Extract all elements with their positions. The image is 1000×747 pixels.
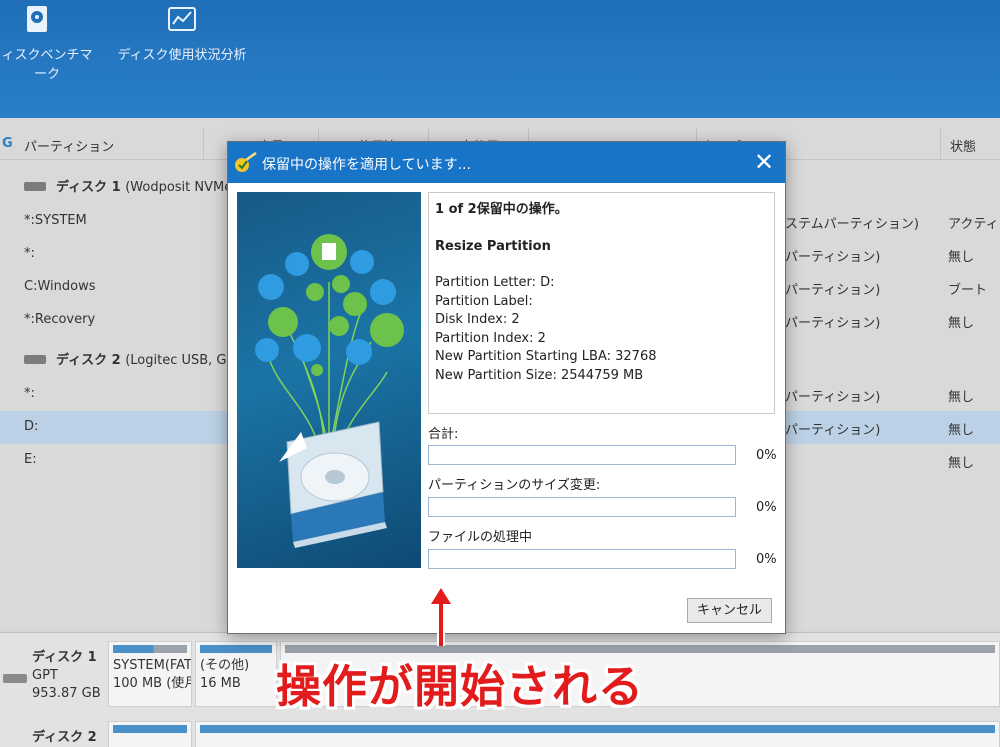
disk2-partition[interactable] <box>108 721 192 747</box>
operation-name: Resize Partition <box>435 238 551 254</box>
cancel-button[interactable]: キャンセル <box>687 598 772 623</box>
info-line: New Partition Size: 2544759 MB <box>435 367 644 383</box>
partition-type: パーティション) <box>785 390 881 405</box>
partition-type: パーティション) <box>785 250 881 265</box>
operation-count: 1 of 2保留中の操作。 <box>435 202 568 217</box>
partition-name: *: <box>24 246 35 261</box>
partition-line2: 100 MB (使月 <box>113 676 192 691</box>
disk-detail: (Wodposit NVMe <box>125 180 233 195</box>
partition-status: アクティブ <box>948 217 1000 232</box>
disk2-label[interactable]: ディスク 2 <box>32 729 97 747</box>
partition-type: ステムパーティション) <box>785 217 919 232</box>
usage-bar <box>113 725 187 733</box>
toolbar: ィスクベンチマーク ディスク使用状況分析 <box>0 0 1000 118</box>
disk-benchmark-icon <box>20 2 54 36</box>
partition-line1: SYSTEM(FAT <box>113 658 192 673</box>
partition-status: 無し <box>948 423 975 438</box>
annotation-arrow-icon <box>427 584 455 646</box>
disk-usage-label: ディスク使用状況分析 <box>117 48 247 63</box>
partition-type: パーティション) <box>785 316 881 331</box>
disk1-size: 953.87 GB <box>32 686 101 701</box>
operation-info-panel: 1 of 2保留中の操作。 Resize Partition Partition… <box>428 192 775 414</box>
partition-name: *:SYSTEM <box>24 213 87 228</box>
col-partition[interactable]: パーティション <box>24 136 114 155</box>
info-line: Disk Index: 2 <box>435 312 520 327</box>
disk1-partition-other[interactable]: (その他) 16 MB <box>195 641 277 707</box>
total-progress-label: 合計: <box>428 427 459 442</box>
partition-status: 無し <box>948 456 975 471</box>
disk2-name: ディスク 2 <box>32 730 97 745</box>
resize-progress-label: パーティションのサイズ変更: <box>428 478 601 493</box>
file-progress-label: ファイルの処理中 <box>428 530 533 545</box>
file-progress-bar <box>428 549 736 569</box>
partition-status: 無し <box>948 390 975 405</box>
partition-name: *: <box>24 386 35 401</box>
partition-name: *:Recovery <box>24 312 96 327</box>
total-progress-percent: 0% <box>756 448 777 463</box>
usage-bar <box>200 725 995 733</box>
apply-wand-icon <box>235 151 257 172</box>
partition-line2: 16 MB <box>200 676 241 691</box>
usage-bar <box>113 645 187 653</box>
close-button[interactable]: ✕ <box>751 148 777 176</box>
usage-bar <box>200 645 272 653</box>
disk-detail: (Logitec USB, GPT <box>125 353 243 368</box>
partition-status: 無し <box>948 316 975 331</box>
info-line: Partition Letter: D: <box>435 275 555 290</box>
info-line: New Partition Starting LBA: 32768 <box>435 349 657 364</box>
disk-benchmark-tool[interactable]: ィスクベンチマーク <box>0 0 98 82</box>
disk1-name: ディスク 1 <box>32 650 97 665</box>
total-progress-bar <box>428 445 736 465</box>
info-line: Partition Index: 2 <box>435 330 546 346</box>
dialog-titlebar[interactable]: 保留中の操作を適用しています... ✕ <box>228 142 785 183</box>
disk1-partition-system[interactable]: SYSTEM(FAT 100 MB (使月 <box>108 641 192 707</box>
partition-type: パーティション) <box>785 423 881 438</box>
partition-line1: (その他) <box>200 658 250 673</box>
partition-name: C:Windows <box>24 279 96 294</box>
disk1-style: GPT <box>32 668 58 683</box>
annotation-caption: 操作が開始される <box>276 660 645 713</box>
col-status[interactable]: 状態 <box>950 136 976 155</box>
resize-progress-percent: 0% <box>756 500 777 515</box>
disk-usage-chart-icon <box>165 2 199 36</box>
partition-name: E: <box>24 452 37 467</box>
partition-type: パーティション) <box>785 283 881 298</box>
partition-name: D: <box>24 419 39 434</box>
disk-name: ディスク 2 <box>56 353 121 368</box>
apply-pending-dialog: 保留中の操作を適用しています... ✕ 1 of 2保留中の操作。 Resize… <box>227 141 786 634</box>
refresh-icon[interactable]: G <box>2 136 13 151</box>
disk2-partition-d[interactable] <box>195 721 1000 747</box>
disk1-label[interactable]: ディスク 1 GPT 953.87 GB <box>32 649 101 703</box>
disk-name: ディスク 1 <box>56 180 121 195</box>
dialog-title: 保留中の操作を適用しています... <box>262 157 471 173</box>
partition-status: 無し <box>948 250 975 265</box>
file-progress-percent: 0% <box>756 552 777 567</box>
disk-drive-icon <box>3 674 27 683</box>
disk-icon <box>24 355 46 364</box>
info-line: Partition Label: <box>435 293 533 309</box>
disk-icon <box>24 182 46 191</box>
resize-progress-bar <box>428 497 736 517</box>
disk-usage-tool[interactable]: ディスク使用状況分析 <box>116 0 248 63</box>
disk-tree-illustration <box>237 192 421 568</box>
partition-status: ブート <box>948 283 988 298</box>
disk-benchmark-label: ィスクベンチマーク <box>1 48 93 82</box>
